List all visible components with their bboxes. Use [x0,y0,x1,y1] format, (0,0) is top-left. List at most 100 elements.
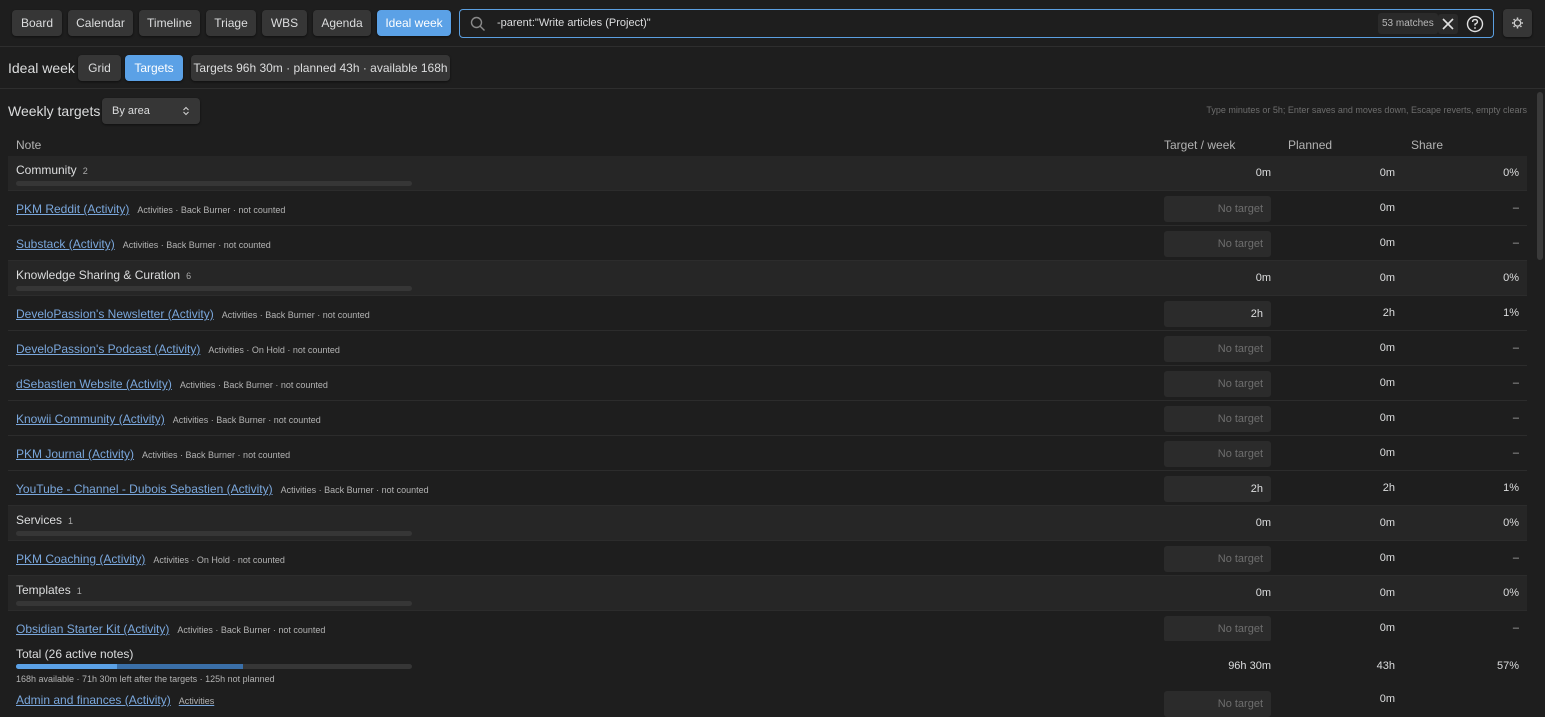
total-progress [16,664,412,669]
table-row: PKM Journal (Activity) Activities · Back … [8,436,1527,471]
tab-board[interactable]: Board [12,10,62,36]
tab-triage[interactable]: Triage [206,10,256,36]
target-input[interactable] [1164,406,1271,432]
area-count: 6 [186,271,192,281]
column-target: Target / week [1164,138,1236,152]
planned-value: 0m [1379,237,1395,249]
target-input[interactable] [1164,301,1271,327]
tab-timeline[interactable]: Timeline [139,10,200,36]
note-link[interactable]: PKM Coaching (Activity) Activities · On H… [16,552,285,566]
note-link[interactable]: YouTube - Channel - Dubois Sebastien (Ac… [16,482,429,496]
planned-value: 0m [1379,552,1395,564]
tab-calendar[interactable]: Calendar [68,10,133,36]
share-value: 1% [1503,307,1519,319]
note-meta: Activities · Back Burner · not counted [177,625,326,635]
target-input[interactable] [1164,476,1271,502]
table-row: PKM Reddit (Activity) Activities · Back B… [8,191,1527,226]
note-link[interactable]: DeveloPassion's Podcast (Activity) Activi… [16,342,340,356]
note-link[interactable]: Substack (Activity) Activities · Back Bur… [16,237,271,251]
target-input[interactable] [1164,616,1271,642]
group-by-value: By area [112,105,150,117]
area-row: Knowledge Sharing & Curation 6 0m 0m 0% [8,261,1527,296]
table-row: PKM Coaching (Activity) Activities · On H… [8,541,1527,576]
total-subtext: 168h available · 71h 30m left after the … [16,674,275,684]
tab-wbs[interactable]: WBS [262,10,307,36]
ideal-week-header: Ideal week Grid Targets Targets 96h 30m … [0,47,1545,89]
scrollbar[interactable] [1537,92,1543,260]
share-value: – [1512,447,1519,459]
gear-icon [1512,17,1523,29]
tab-agenda[interactable]: Agenda [313,10,371,36]
chevron-updown-icon [183,106,189,116]
targets-table: Community 2 0m 0m 0% PKM Reddit (Activity) Act… [8,156,1527,646]
target-value: 0m [1255,167,1271,179]
planned-value: 0m [1379,693,1395,705]
note-meta: Activities · On Hold · not counted [208,345,340,355]
target-value: 0m [1255,587,1271,599]
column-note: Note [16,138,42,152]
search-help-button[interactable] [1464,13,1486,35]
area-name: Community 2 [16,163,88,177]
target-input[interactable] [1164,336,1271,362]
note-link[interactable]: DeveloPassion's Newsletter (Activity) Act… [16,307,370,321]
area-progress [16,181,412,186]
note-link[interactable]: dSebastien Website (Activity) Activities … [16,377,328,391]
total-target: 96h 30m [1228,660,1271,672]
area-count: 1 [76,586,82,596]
note-link[interactable]: Admin and finances (Activity) Activities [16,693,214,707]
planned-value: 0m [1379,622,1395,634]
area-row: Community 2 0m 0m 0% [8,156,1527,191]
planned-value: 0m [1379,517,1395,529]
area-count: 1 [68,516,74,526]
group-by-select[interactable]: By area [102,98,200,124]
target-input[interactable] [1164,196,1271,222]
planned-value: 0m [1379,587,1395,599]
search-input[interactable]: -parent:"Write articles (Project)" [497,17,651,29]
note-link[interactable]: PKM Journal (Activity) Activities · Back … [16,447,290,461]
note-link[interactable]: PKM Reddit (Activity) Activities · Back B… [16,202,285,216]
table-row: Admin and finances (Activity) Activities … [8,689,1527,717]
total-planned: 43h [1376,660,1395,672]
target-input[interactable] [1164,441,1271,467]
planned-value: 2h [1382,482,1395,494]
note-meta: Activities · Back Burner · not counted [221,310,370,320]
column-share: Share [1411,138,1444,152]
search-icon [470,16,486,32]
target-input[interactable] [1164,231,1271,257]
view-title: Ideal week [8,60,75,76]
table-row: Substack (Activity) Activities · Back Bur… [8,226,1527,261]
column-planned: Planned [1288,138,1333,152]
area-name: Knowledge Sharing & Curation 6 [16,268,192,282]
table-row: DeveloPassion's Podcast (Activity) Activi… [8,331,1527,366]
planned-value: 0m [1379,167,1395,179]
planned-value: 0m [1379,412,1395,424]
area-progress [16,601,412,606]
mode-grid-button[interactable]: Grid [78,55,121,81]
search-field[interactable]: -parent:"Write articles (Project)" 53 ma… [459,9,1494,38]
planned-value: 0m [1379,342,1395,354]
table-row: dSebastien Website (Activity) Activities … [8,366,1527,401]
note-link[interactable]: Knowii Community (Activity) Activities · … [16,412,321,426]
area-name: Services 1 [16,513,74,527]
mode-targets-button[interactable]: Targets [125,55,183,81]
share-value: – [1512,552,1519,564]
planned-value: 0m [1379,447,1395,459]
target-input[interactable] [1164,546,1271,572]
note-meta: Activities · Back Burner · not counted [142,450,291,460]
note-meta: Activities · Back Burner · not counted [179,380,328,390]
targets-summary: Targets 96h 30m · planned 43h · availabl… [191,55,450,81]
table-row: Knowii Community (Activity) Activities · … [8,401,1527,436]
target-value: 0m [1255,517,1271,529]
target-input[interactable] [1164,371,1271,397]
note-meta: Activities · Back Burner · not counted [122,240,271,250]
clear-search-button[interactable] [1438,14,1458,34]
note-link[interactable]: Obsidian Starter Kit (Activity) Activitie… [16,622,325,636]
planned-value: 0m [1379,202,1395,214]
share-value: – [1512,622,1519,634]
help-circle-icon [1466,15,1484,33]
tab-ideal-week[interactable]: Ideal week [377,10,451,36]
target-input[interactable] [1164,691,1271,717]
area-row: Templates 1 0m 0m 0% [8,576,1527,611]
settings-button[interactable] [1503,9,1532,37]
share-value: – [1512,412,1519,424]
